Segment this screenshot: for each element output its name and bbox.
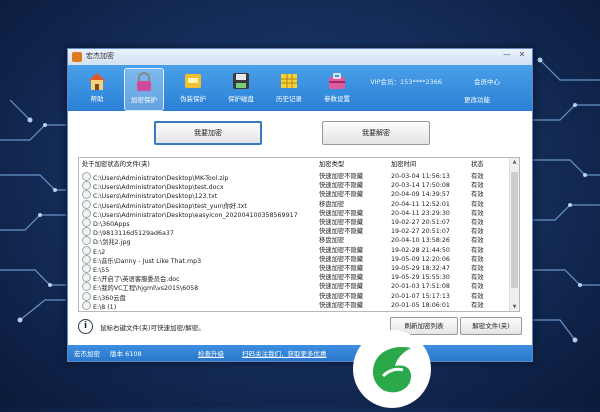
scroll-thumb[interactable]: [511, 172, 518, 288]
leaf-icon: [373, 347, 411, 393]
toolbar-label: 历史记录: [276, 95, 302, 103]
scroll-down-icon[interactable]: ▼: [510, 304, 519, 310]
decrypt-file-button[interactable]: 解密文件(夹): [460, 317, 522, 335]
toolbar-disguise-protect[interactable]: 伪装保护: [174, 68, 212, 109]
change-function-link[interactable]: 更改功能: [464, 94, 490, 104]
toolbar-settings[interactable]: 参数设置: [318, 68, 356, 109]
vip-status: VIP会员：153****2366: [370, 78, 442, 86]
file-icon: [82, 190, 91, 200]
close-button[interactable]: ✕: [515, 50, 529, 59]
window-title: 宏杰加密: [86, 52, 114, 60]
toolbar-label: 帮助: [90, 95, 104, 103]
file-icon: [82, 291, 91, 301]
file-icon: [82, 300, 91, 310]
header-status[interactable]: 状态: [471, 160, 484, 170]
file-icon: [82, 245, 91, 255]
mask-card-icon: [185, 74, 201, 88]
row-status: 有效: [471, 301, 484, 309]
app-window: 宏杰加密 — ✕ 帮助 加密保护 伪装保护 保护磁盘 历史记录 参数设置 VIP…: [67, 48, 533, 362]
toolbar-label: 保护磁盘: [228, 95, 254, 103]
file-icon: [82, 264, 91, 273]
status-version: 版本 6108: [110, 350, 142, 358]
toolbar-history[interactable]: 历史记录: [270, 68, 308, 109]
padlock-icon: [137, 72, 151, 91]
app-logo-icon: [72, 52, 82, 62]
hint-text: 鼠标右键文件(夹)可快速加密/解密。: [100, 324, 205, 332]
header-type[interactable]: 加密类型: [319, 160, 344, 170]
house-icon: [88, 73, 106, 90]
user-center-link[interactable]: 会员中心: [474, 76, 500, 86]
green-leaf-logo: [353, 330, 431, 408]
status-bar: 宏杰加密 版本 6108 检查升级 扫码关注我们，获取更多优惠: [68, 345, 532, 361]
header-file[interactable]: 处于加密状态的文件(夹): [82, 160, 150, 170]
encrypted-file-list[interactable]: 处于加密状态的文件(夹) 加密类型 加密时间 状态 C:\Users\Admin…: [78, 157, 520, 312]
decrypt-button[interactable]: 我要解密: [322, 121, 430, 145]
file-icon: [82, 254, 91, 264]
file-icon: [82, 208, 91, 218]
list-header: 处于加密状态的文件(夹) 加密类型 加密时间 状态: [79, 160, 509, 170]
scroll-up-icon[interactable]: ▲: [510, 159, 519, 165]
file-icon: [82, 199, 91, 209]
toolbar-label: 加密保护: [131, 96, 157, 104]
minimize-button[interactable]: —: [500, 50, 514, 59]
toolbar-label: 参数设置: [324, 95, 350, 103]
file-icon: [82, 236, 91, 246]
history-grid-icon: [281, 74, 297, 88]
toolbar-label: 伪装保护: [180, 95, 206, 103]
list-scrollbar[interactable]: ▲ ▼: [509, 158, 519, 311]
disk-icon: [233, 73, 249, 89]
toolbar-protect-disk[interactable]: 保护磁盘: [222, 68, 260, 109]
row-file: E:\8 (1): [82, 300, 116, 311]
promo-link[interactable]: 扫码关注我们，获取更多优惠: [242, 348, 327, 358]
status-app-name: 宏杰加密: [74, 350, 100, 358]
check-update-link[interactable]: 检查升级: [198, 348, 224, 358]
toolbar: 帮助 加密保护 伪装保护 保护磁盘 历史记录 参数设置 VIP会员：153***…: [68, 65, 532, 111]
file-icon: [82, 218, 91, 227]
main-area: 我要加密 我要解密 处于加密状态的文件(夹) 加密类型 加密时间 状态 C:\U…: [68, 111, 532, 345]
title-bar: 宏杰加密 — ✕: [68, 49, 532, 65]
table-row[interactable]: E:\8 (1) 快速加密不隐藏 20-01-05 18:06:01 有效: [79, 300, 509, 311]
row-time: 20-01-05 18:06:01: [391, 301, 450, 309]
file-icon: [82, 172, 91, 181]
toolbar-help[interactable]: 帮助: [78, 68, 116, 109]
file-icon: [82, 181, 91, 191]
toolbar-encrypt-protect[interactable]: 加密保护: [124, 68, 164, 111]
row-type: 快速加密不隐藏: [319, 301, 364, 309]
file-icon: [82, 227, 91, 237]
encrypt-button[interactable]: 我要加密: [154, 121, 262, 145]
file-icon: [82, 273, 91, 283]
toolbox-icon: [329, 73, 345, 89]
header-time[interactable]: 加密时间: [391, 160, 416, 170]
info-icon: i: [78, 319, 93, 334]
file-icon: [82, 282, 91, 292]
